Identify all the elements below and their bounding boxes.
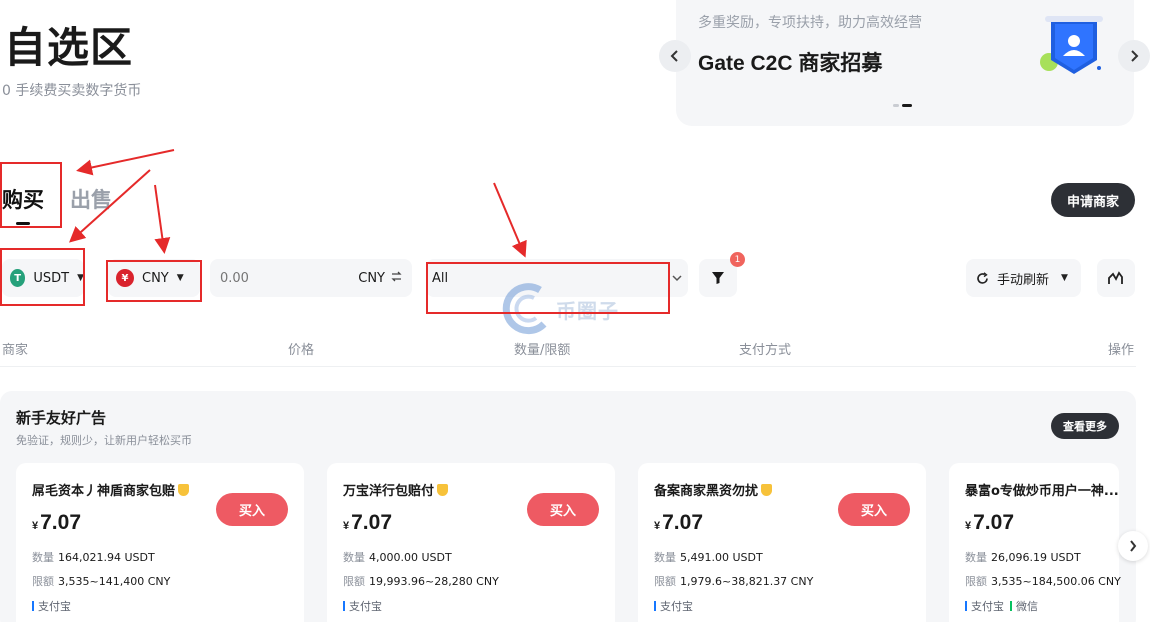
annotation-arrows xyxy=(69,149,527,258)
